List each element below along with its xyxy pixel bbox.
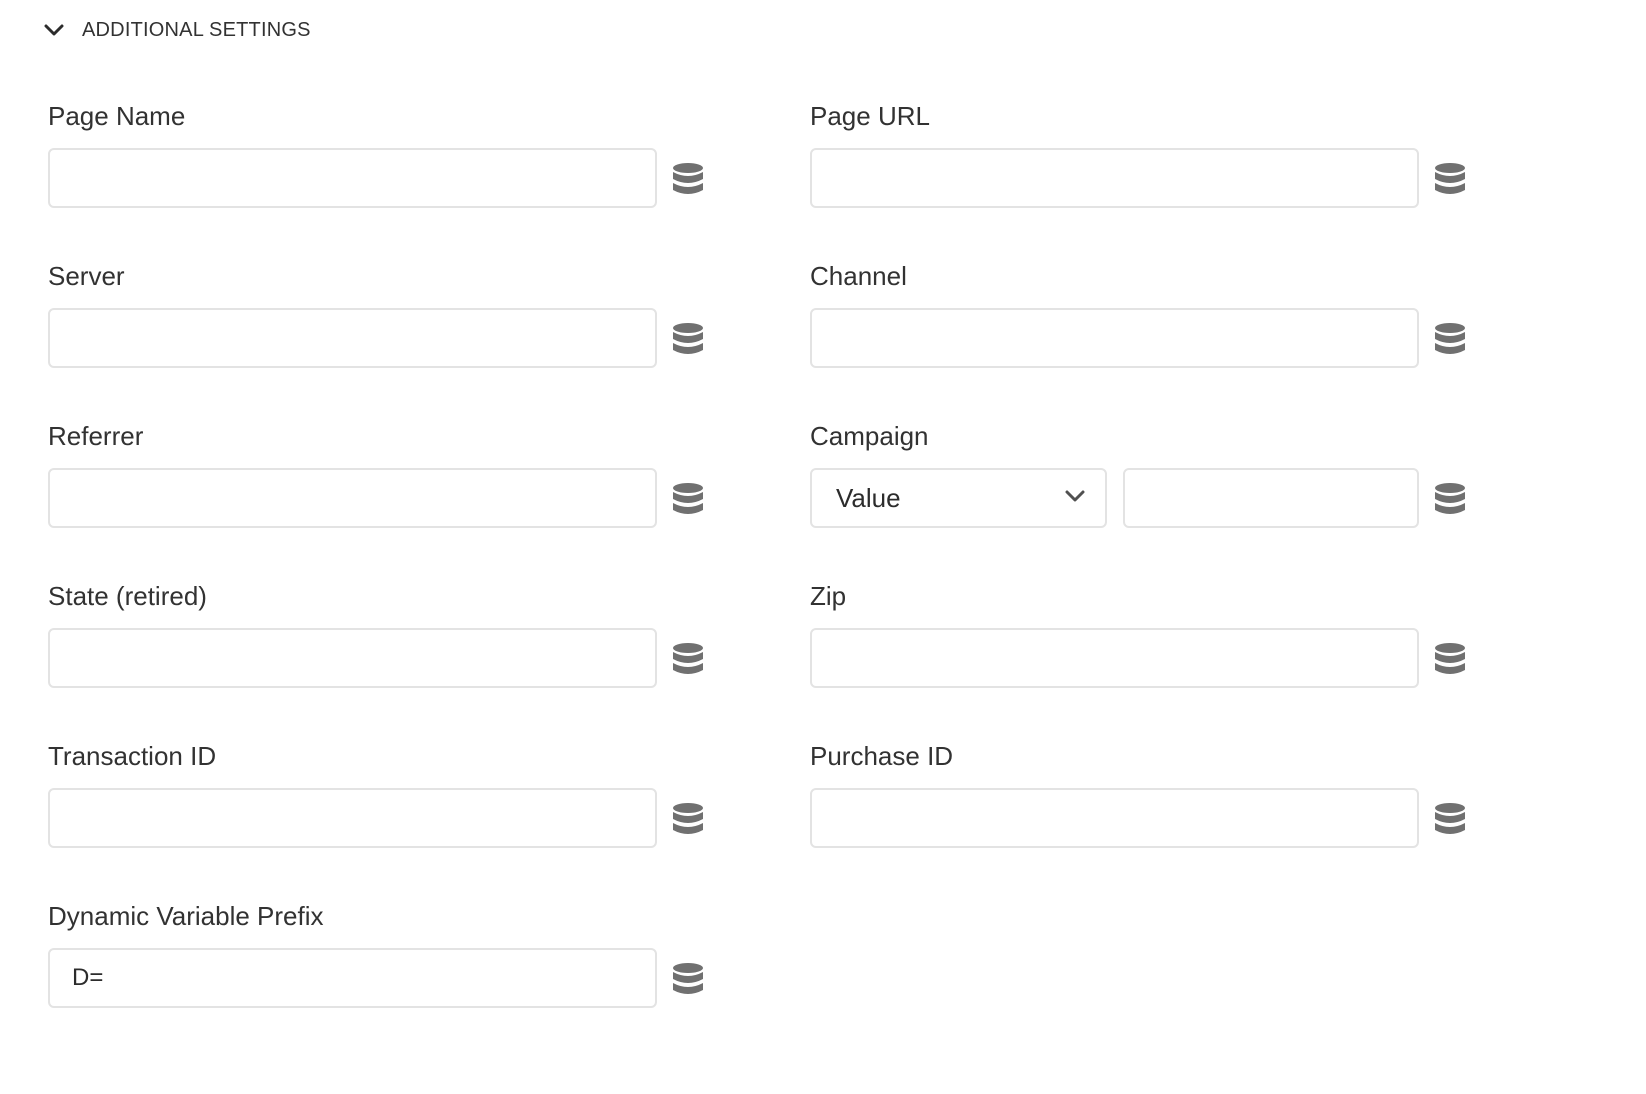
page-name-label: Page Name (48, 101, 186, 131)
page-name-input[interactable] (48, 148, 657, 208)
chevron-down-icon (44, 23, 64, 37)
state-input[interactable] (48, 628, 657, 688)
database-icon[interactable] (671, 322, 705, 356)
campaign-select-value: Value (836, 482, 901, 513)
server-input[interactable] (48, 308, 657, 368)
page-url-label: Page URL (810, 101, 930, 131)
referrer-label: Referrer (48, 421, 144, 451)
database-icon[interactable] (671, 802, 705, 836)
referrer-input[interactable] (48, 468, 657, 528)
campaign-type-select[interactable]: Value (810, 468, 1107, 528)
state-label: State (retired) (48, 581, 207, 611)
channel-label: Channel (810, 261, 907, 291)
additional-settings-toggle[interactable]: ADDITIONAL SETTINGS (44, 14, 311, 46)
campaign-label: Campaign (810, 421, 929, 451)
section-title: ADDITIONAL SETTINGS (82, 18, 311, 41)
zip-label: Zip (810, 581, 847, 611)
database-icon[interactable] (1433, 322, 1467, 356)
database-icon[interactable] (1433, 482, 1467, 516)
transaction-id-label: Transaction ID (48, 741, 217, 771)
dynamic-variable-prefix-label: Dynamic Variable Prefix (48, 901, 324, 931)
zip-input[interactable] (810, 628, 1419, 688)
database-icon[interactable] (1433, 162, 1467, 196)
server-label: Server (48, 261, 125, 291)
database-icon[interactable] (1433, 642, 1467, 676)
database-icon[interactable] (1433, 802, 1467, 836)
page-url-input[interactable] (810, 148, 1419, 208)
dynamic-variable-prefix-input[interactable] (48, 948, 657, 1008)
purchase-id-input[interactable] (810, 788, 1419, 848)
database-icon[interactable] (671, 482, 705, 516)
database-icon[interactable] (671, 962, 705, 996)
transaction-id-input[interactable] (48, 788, 657, 848)
channel-input[interactable] (810, 308, 1419, 368)
database-icon[interactable] (671, 162, 705, 196)
purchase-id-label: Purchase ID (810, 741, 954, 771)
database-icon[interactable] (671, 642, 705, 676)
chevron-down-icon (1065, 489, 1085, 508)
campaign-value-input[interactable] (1123, 468, 1419, 528)
